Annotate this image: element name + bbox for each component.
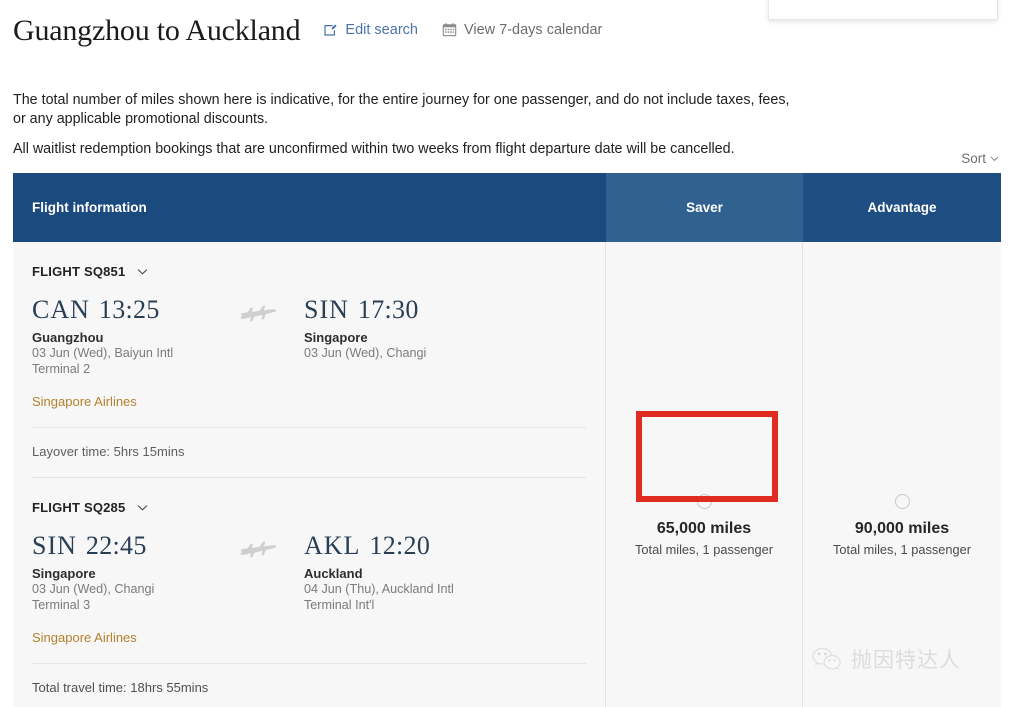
- flight-segment-1-details: CAN 13:25 Guangzhou 03 Jun (Wed), Baiyun …: [32, 279, 586, 409]
- departure-terminal: Terminal 2: [32, 361, 91, 376]
- table-body-row: FLIGHT SQ851 CAN 13:25 Guangzhou 03 Jun …: [13, 242, 1001, 707]
- view-calendar-label: View 7-days calendar: [463, 21, 603, 38]
- table-header-row: Flight information Saver Advantage: [13, 173, 1001, 242]
- airplane-icon: [239, 536, 281, 558]
- flight-segment-2-details: SIN 22:45 Singapore 03 Jun (Wed), Changi …: [32, 515, 586, 645]
- arrival-endpoint: AKL 12:20 Auckland 04 Jun (Thu), Auckland…: [304, 531, 584, 613]
- notice-line-2: All waitlist redemption bookings that ar…: [13, 141, 735, 157]
- watermark-text: 抛因特达人: [851, 648, 961, 672]
- arrival-city: Auckland: [304, 566, 363, 581]
- fare-miles-sub-advantage: Total miles, 1 passenger: [833, 542, 971, 557]
- column-header-advantage[interactable]: Advantage: [803, 173, 1001, 242]
- operating-airline-link[interactable]: Singapore Airlines: [32, 394, 137, 409]
- flight-number-label: FLIGHT SQ851: [32, 264, 126, 279]
- edit-pencil-icon: [323, 22, 338, 37]
- fare-cell-advantage[interactable]: 90,000 miles Total miles, 1 passenger: [803, 242, 1001, 707]
- page-title: Guangzhou to Auckland: [13, 14, 301, 47]
- arrival-code-time: SIN 17:30: [304, 295, 584, 325]
- departure-date-airport: 03 Jun (Wed), Changi: [32, 582, 155, 596]
- operating-airline-link[interactable]: Singapore Airlines: [32, 630, 137, 645]
- calendar-icon: [442, 22, 457, 37]
- flight-segment-2: FLIGHT SQ285 SIN 22:45 Singapore 03 Jun …: [32, 478, 586, 645]
- flight-results-table: Flight information Saver Advantage FLIGH…: [13, 173, 1001, 707]
- chevron-down-icon[interactable]: [136, 265, 149, 278]
- wechat-icon: [812, 646, 842, 672]
- departure-time: 22:45: [85, 531, 147, 560]
- departure-date-airport: 03 Jun (Wed), Baiyun Intl: [32, 346, 174, 360]
- arrival-code-time: AKL 12:20: [304, 531, 584, 561]
- sort-label: Sort: [961, 151, 986, 166]
- fare-radio-saver[interactable]: [696, 494, 712, 509]
- flight-segment-1: FLIGHT SQ851 CAN 13:25 Guangzhou 03 Jun …: [32, 242, 586, 409]
- header-actions: Edit search View 7-days calendar: [323, 22, 602, 38]
- fare-miles-advantage: 90,000 miles: [854, 520, 950, 537]
- arrival-date-airport: 04 Jun (Thu), Auckland Intl: [304, 582, 454, 596]
- arrival-terminal: Terminal Int'l: [304, 597, 375, 612]
- page-header: Guangzhou to Auckland Edit search View 7…: [13, 14, 602, 48]
- fare-option-saver[interactable]: 65,000 miles Total miles, 1 passenger: [606, 494, 802, 557]
- departure-city: Singapore: [32, 566, 96, 581]
- column-header-saver[interactable]: Saver: [606, 173, 803, 242]
- fare-miles-sub-saver: Total miles, 1 passenger: [635, 542, 773, 557]
- watermark: 抛因特达人: [812, 644, 961, 674]
- view-calendar-button[interactable]: View 7-days calendar: [442, 22, 602, 38]
- flight-segment-2-toggle[interactable]: FLIGHT SQ285: [32, 478, 149, 515]
- arrival-date-airport: 03 Jun (Wed), Changi: [304, 346, 427, 360]
- layover-block: Layover time: 5hrs 15mins: [32, 428, 586, 477]
- departure-terminal: Terminal 3: [32, 597, 91, 612]
- arrival-time: 17:30: [357, 295, 419, 324]
- chevron-down-icon: [989, 153, 1000, 164]
- arrival-time: 12:20: [369, 531, 431, 560]
- flight-number-label: FLIGHT SQ285: [32, 500, 126, 515]
- fare-miles-saver: 65,000 miles: [656, 520, 752, 537]
- edit-search-button[interactable]: Edit search: [323, 22, 418, 38]
- chevron-down-icon[interactable]: [136, 501, 149, 514]
- arrival-airport-code: SIN: [304, 295, 349, 324]
- airplane-icon: [239, 300, 281, 322]
- flight-information-cell: FLIGHT SQ851 CAN 13:25 Guangzhou 03 Jun …: [13, 242, 606, 707]
- column-header-flight-information: Flight information: [13, 173, 606, 242]
- layover-time: Layover time: 5hrs 15mins: [32, 444, 185, 459]
- arrival-city: Singapore: [304, 330, 368, 345]
- disclaimer-notice: The total number of miles shown here is …: [13, 91, 793, 159]
- notice-line-1: The total number of miles shown here is …: [13, 92, 790, 127]
- arrival-endpoint: SIN 17:30 Singapore 03 Jun (Wed), Changi: [304, 295, 584, 362]
- departure-airport-code: SIN: [32, 531, 77, 560]
- arrival-airport-code: AKL: [304, 531, 361, 560]
- flight-segment-1-toggle[interactable]: FLIGHT SQ851: [32, 242, 149, 279]
- departure-time: 13:25: [98, 295, 160, 324]
- total-travel-time: Total travel time: 18hrs 55mins: [32, 680, 209, 695]
- booking-results-page: ••• Guangzhou to Auckland Edit search: [0, 0, 1013, 707]
- sort-dropdown[interactable]: Sort: [961, 151, 1000, 166]
- departure-airport-code: CAN: [32, 295, 90, 324]
- fare-option-advantage[interactable]: 90,000 miles Total miles, 1 passenger: [803, 494, 1001, 557]
- fare-cell-saver[interactable]: 65,000 miles Total miles, 1 passenger: [606, 242, 803, 707]
- fare-radio-advantage[interactable]: [894, 494, 910, 509]
- floating-panel: •••: [768, 0, 998, 20]
- edit-search-label: Edit search: [345, 21, 418, 38]
- departure-city: Guangzhou: [32, 330, 104, 345]
